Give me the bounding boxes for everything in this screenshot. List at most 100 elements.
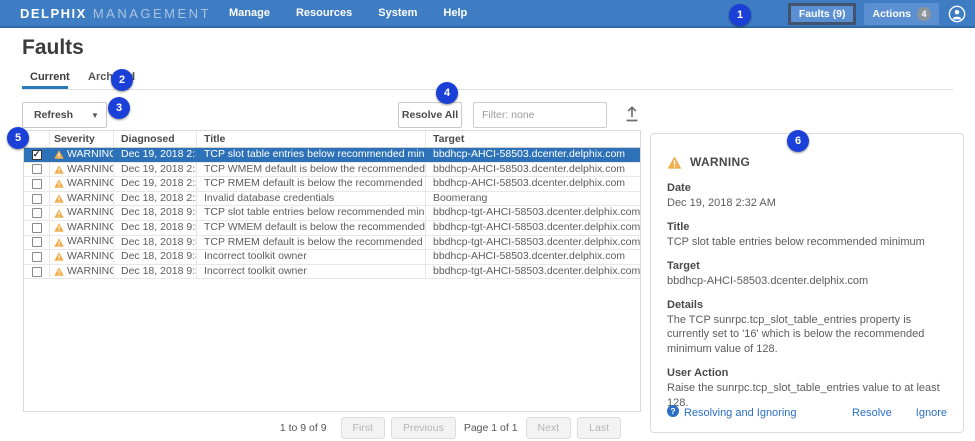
severity-cell: WARNING [50, 236, 114, 250]
table-row[interactable]: WARNINGDec 19, 2018 2:32 AMTCP RMEM defa… [24, 177, 640, 192]
nav-item-system[interactable]: System [378, 7, 417, 19]
severity-cell: WARNING [50, 206, 114, 220]
severity-cell: WARNING [50, 177, 114, 191]
row-checkbox-cell[interactable] [24, 265, 50, 279]
diagnosed-cell: Dec 18, 2018 9:40 AM [114, 250, 197, 264]
warning-icon [54, 223, 64, 232]
warning-icon [54, 209, 64, 218]
severity-text: WARNING [67, 148, 114, 162]
severity-text: WARNING [67, 206, 114, 220]
row-checkbox-cell[interactable] [24, 221, 50, 235]
diagnosed-cell: Dec 18, 2018 9:52 AM [114, 236, 197, 250]
severity-text: WARNING [67, 250, 114, 264]
diagnosed-cell: Dec 18, 2018 2:23 PM [114, 192, 197, 206]
detail-details-value: The TCP sunrpc.tcp_slot_table_entries pr… [667, 313, 947, 358]
callout-badge-2: 2 [111, 69, 133, 91]
title-cell: TCP RMEM default is below the recommende… [197, 236, 426, 250]
table-row[interactable]: WARNINGDec 18, 2018 9:39 AMIncorrect too… [24, 265, 640, 280]
refresh-button[interactable]: Refresh [22, 102, 85, 128]
warning-icon [54, 252, 64, 261]
help-icon: ? [667, 405, 679, 420]
tabs-divider [22, 89, 953, 90]
last-page-button[interactable]: Last [577, 417, 621, 439]
table-row[interactable]: WARNINGDec 18, 2018 9:40 AMIncorrect too… [24, 250, 640, 265]
actions-count-badge: 4 [917, 7, 931, 21]
filter-input[interactable] [473, 102, 607, 128]
column-header-severity[interactable]: Severity [50, 131, 114, 147]
pagination-range: 1 to 9 of 9 [280, 422, 327, 434]
warning-icon [54, 179, 64, 188]
warning-icon [667, 156, 682, 169]
fault-detail-panel: WARNING Date Dec 19, 2018 2:32 AM Title … [650, 133, 964, 433]
faults-table: Severity Diagnosed Title Target ✓ WARNING… [23, 130, 641, 412]
svg-text:?: ? [670, 406, 675, 416]
severity-cell: WARNING [50, 163, 114, 177]
row-checkbox[interactable] [32, 267, 42, 277]
row-checkbox-cell[interactable] [24, 163, 50, 177]
table-row[interactable]: WARNINGDec 18, 2018 9:52 AMTCP slot tabl… [24, 206, 640, 221]
target-cell: bbdhcp-AHCI-58503.dcenter.delphix.com [426, 163, 640, 177]
target-cell: bbdhcp-AHCI-58503.dcenter.delphix.com [426, 177, 640, 191]
column-header-diagnosed[interactable]: Diagnosed [114, 131, 197, 147]
row-checkbox[interactable] [32, 208, 42, 218]
title-cell: Incorrect toolkit owner [197, 265, 426, 279]
actions-button[interactable]: Actions 4 [864, 3, 939, 25]
user-profile-icon[interactable] [947, 4, 967, 24]
nav-menu: Manage Resources System Help [229, 7, 467, 19]
faults-button[interactable]: Faults (9) [788, 3, 857, 25]
table-row[interactable]: WARNINGDec 18, 2018 9:52 AMTCP WMEM defa… [24, 221, 640, 236]
nav-item-resources[interactable]: Resources [296, 7, 352, 19]
severity-text: WARNING [67, 192, 114, 206]
row-checkbox-cell[interactable] [24, 192, 50, 206]
diagnosed-cell: Dec 18, 2018 9:39 AM [114, 265, 197, 279]
diagnosed-cell: Dec 19, 2018 2:32 AM [114, 163, 197, 177]
severity-cell: WARNING [50, 265, 114, 279]
export-icon[interactable] [623, 104, 641, 123]
table-row[interactable]: WARNINGDec 18, 2018 2:23 PMInvalid datab… [24, 192, 640, 207]
title-cell: Invalid database credentials [197, 192, 426, 206]
nav-item-help[interactable]: Help [443, 7, 467, 19]
row-checkbox[interactable] [32, 194, 42, 204]
severity-cell: WARNING [50, 192, 114, 206]
table-row[interactable]: WARNINGDec 18, 2018 9:52 AMTCP RMEM defa… [24, 236, 640, 251]
column-header-target[interactable]: Target [426, 131, 640, 147]
ignore-link[interactable]: Ignore [916, 407, 947, 419]
title-cell: Incorrect toolkit owner [197, 250, 426, 264]
page-title: Faults [22, 36, 84, 60]
row-checkbox-cell[interactable] [24, 250, 50, 264]
detail-severity: WARNING [690, 155, 750, 169]
target-cell: Boomerang [426, 192, 640, 206]
resolve-all-button[interactable]: Resolve All [398, 102, 462, 128]
callout-badge-3: 3 [108, 97, 130, 119]
warning-icon [54, 150, 64, 159]
row-checkbox-cell[interactable] [24, 177, 50, 191]
target-cell: bbdhcp-tgt-AHCI-58503.dcenter.delphix.co… [426, 265, 640, 279]
row-checkbox[interactable] [32, 252, 42, 262]
table-row[interactable]: WARNINGDec 19, 2018 2:32 AMTCP WMEM defa… [24, 163, 640, 178]
row-checkbox-cell[interactable] [24, 206, 50, 220]
row-checkbox[interactable]: ✓ [32, 150, 42, 160]
row-checkbox[interactable] [32, 223, 42, 233]
previous-page-button[interactable]: Previous [391, 417, 456, 439]
tab-current[interactable]: Current [30, 71, 70, 83]
next-page-button[interactable]: Next [526, 417, 572, 439]
row-checkbox-cell[interactable]: ✓ [24, 148, 50, 162]
row-checkbox-cell[interactable] [24, 236, 50, 250]
nav-item-manage[interactable]: Manage [229, 7, 270, 19]
detail-target-value: bbdhcp-AHCI-58503.dcenter.delphix.com [667, 274, 947, 289]
table-row[interactable]: ✓WARNINGDec 19, 2018 2:32 AMTCP slot tab… [24, 148, 640, 163]
resolving-ignoring-help-link[interactable]: ? Resolving and Ignoring [667, 405, 797, 420]
target-cell: bbdhcp-tgt-AHCI-58503.dcenter.delphix.co… [426, 236, 640, 250]
refresh-dropdown-caret[interactable]: ▼ [84, 102, 107, 128]
row-checkbox[interactable] [32, 179, 42, 189]
severity-text: WARNING [67, 163, 114, 177]
resolve-link[interactable]: Resolve [852, 407, 892, 419]
row-checkbox[interactable] [32, 237, 42, 247]
page-indicator: Page 1 of 1 [464, 422, 518, 434]
first-page-button[interactable]: First [341, 417, 385, 439]
severity-text: WARNING [67, 177, 114, 191]
diagnosed-cell: Dec 19, 2018 2:32 AM [114, 177, 197, 191]
warning-icon [54, 238, 64, 247]
row-checkbox[interactable] [32, 164, 42, 174]
column-header-title[interactable]: Title [197, 131, 426, 147]
